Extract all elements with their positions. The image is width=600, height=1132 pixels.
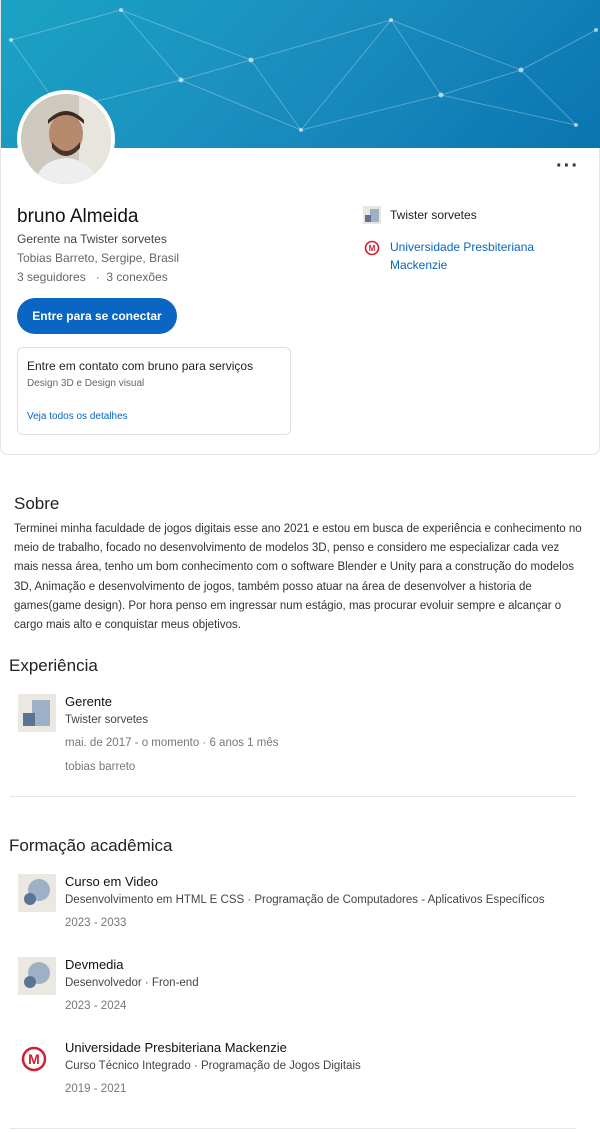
followers-count[interactable]: 3 seguidores: [17, 270, 86, 284]
see-details-link[interactable]: Veja todos os detalhes: [27, 411, 128, 422]
profile-headline: Gerente na Twister sorvetes: [17, 232, 167, 246]
mackenzie-logo-icon: M: [364, 240, 380, 256]
more-actions-button[interactable]: ···: [556, 156, 579, 176]
about-text: Terminei minha faculdade de jogos digita…: [14, 523, 582, 632]
education-detail: Desenvolvimento em HTML E CSS · Programa…: [65, 894, 545, 906]
profile-stats: 3 seguidores · 3 conexões: [17, 270, 168, 284]
profile-card: ··· bruno Almeida Gerente na Twister sor…: [0, 0, 600, 455]
more-horizontal-icon: ···: [556, 155, 579, 177]
experience-location: tobias barreto: [65, 761, 136, 773]
experience-period: mai. de 2017 - o momento · 6 anos 1 mês: [65, 737, 279, 749]
services-contact-card: Entre em contato com bruno para serviços…: [17, 347, 291, 435]
education-section-title: Formação acadêmica: [9, 836, 173, 855]
section-divider: [10, 796, 576, 797]
current-company-link[interactable]: Twister sorvetes: [363, 206, 477, 224]
education-school: Devmedia: [65, 957, 124, 972]
profile-location: Tobias Barreto, Sergipe, Brasil: [17, 251, 180, 265]
svg-text:M: M: [28, 1051, 40, 1067]
experience-item[interactable]: Gerente Twister sorvetes mai. de 2017 - …: [18, 694, 578, 784]
education-school-link[interactable]: M Universidade Presbiteriana Mackenzie: [363, 238, 560, 274]
current-company-label: Twister sorvetes: [390, 208, 477, 222]
education-years: 2023 - 2033: [65, 917, 127, 929]
education-detail: Curso Técnico Integrado · Programação de…: [65, 1060, 361, 1072]
connections-count[interactable]: 3 conexões: [106, 270, 167, 284]
section-divider: [10, 1128, 576, 1129]
mackenzie-logo-icon: M: [18, 1040, 56, 1078]
company-placeholder-icon: [363, 206, 381, 224]
education-school-label: Universidade Presbiteriana Mackenzie: [390, 240, 535, 272]
experience-company: Twister sorvetes: [65, 714, 149, 726]
profile-name: bruno Almeida: [17, 206, 139, 227]
education-years: 2019 - 2021: [65, 1083, 127, 1095]
education-school: Curso em Video: [65, 874, 158, 889]
connect-button[interactable]: Entre para se conectar: [17, 298, 177, 334]
svg-text:M: M: [369, 244, 376, 253]
education-item[interactable]: Devmedia Desenvolvedor · Fron-end 2023 -…: [18, 957, 578, 1017]
experience-section-title: Experiência: [9, 656, 98, 675]
company-placeholder-icon: [18, 694, 56, 732]
education-school: Universidade Presbiteriana Mackenzie: [65, 1040, 287, 1055]
education-item[interactable]: Curso em Video Desenvolvimento em HTML E…: [18, 874, 588, 934]
profile-avatar[interactable]: [17, 90, 115, 188]
experience-role: Gerente: [65, 694, 112, 709]
education-item[interactable]: M Universidade Presbiteriana Mackenzie C…: [18, 1040, 578, 1100]
stats-separator: ·: [95, 270, 100, 284]
services-list: Design 3D e Design visual: [27, 378, 145, 389]
school-placeholder-icon: [18, 874, 56, 912]
about-section-title: Sobre: [14, 494, 60, 513]
education-detail: Desenvolvedor · Fron-end: [65, 977, 199, 989]
school-placeholder-icon: [18, 957, 56, 995]
services-title: Entre em contato com bruno para serviços: [27, 359, 254, 373]
education-years: 2023 - 2024: [65, 1000, 127, 1012]
